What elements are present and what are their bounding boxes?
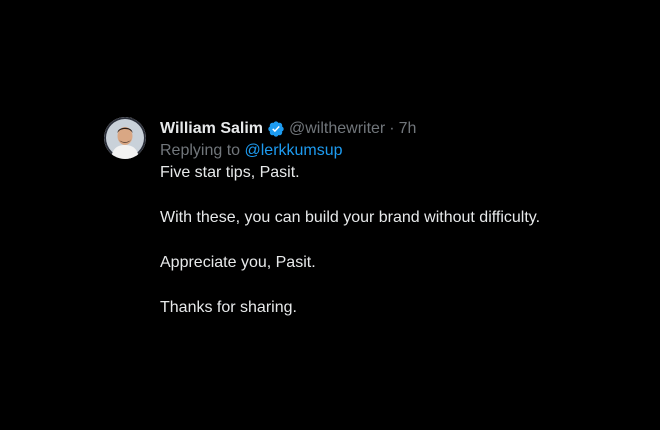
replying-to: Replying to @lerkkumsup	[160, 140, 644, 162]
person-avatar-icon	[104, 117, 146, 159]
reply-mention-link[interactable]: @lerkkumsup	[245, 142, 343, 159]
tweet-timestamp[interactable]: 7h	[399, 118, 417, 140]
avatar[interactable]	[104, 117, 146, 159]
verified-badge-icon[interactable]	[267, 120, 285, 138]
tweet-paragraph: Five star tips, Pasit.	[160, 164, 300, 181]
tweet[interactable]: William Salim @wilthewriter · 7h Replyin…	[104, 117, 644, 319]
tweet-content: William Salim @wilthewriter · 7h Replyin…	[160, 118, 644, 319]
tweet-paragraph: With these, you can build your brand wit…	[160, 209, 541, 226]
header-separator: ·	[389, 120, 395, 137]
tweet-paragraph: Thanks for sharing.	[160, 299, 297, 316]
replying-to-label: Replying to	[160, 142, 241, 159]
tweet-header: William Salim @wilthewriter · 7h	[160, 118, 644, 140]
author-handle[interactable]: @wilthewriter	[289, 118, 385, 140]
tweet-body: Five star tips, Pasit. With these, you c…	[160, 162, 644, 319]
tweet-paragraph: Appreciate you, Pasit.	[160, 254, 316, 271]
author-display-name[interactable]: William Salim	[160, 118, 263, 140]
